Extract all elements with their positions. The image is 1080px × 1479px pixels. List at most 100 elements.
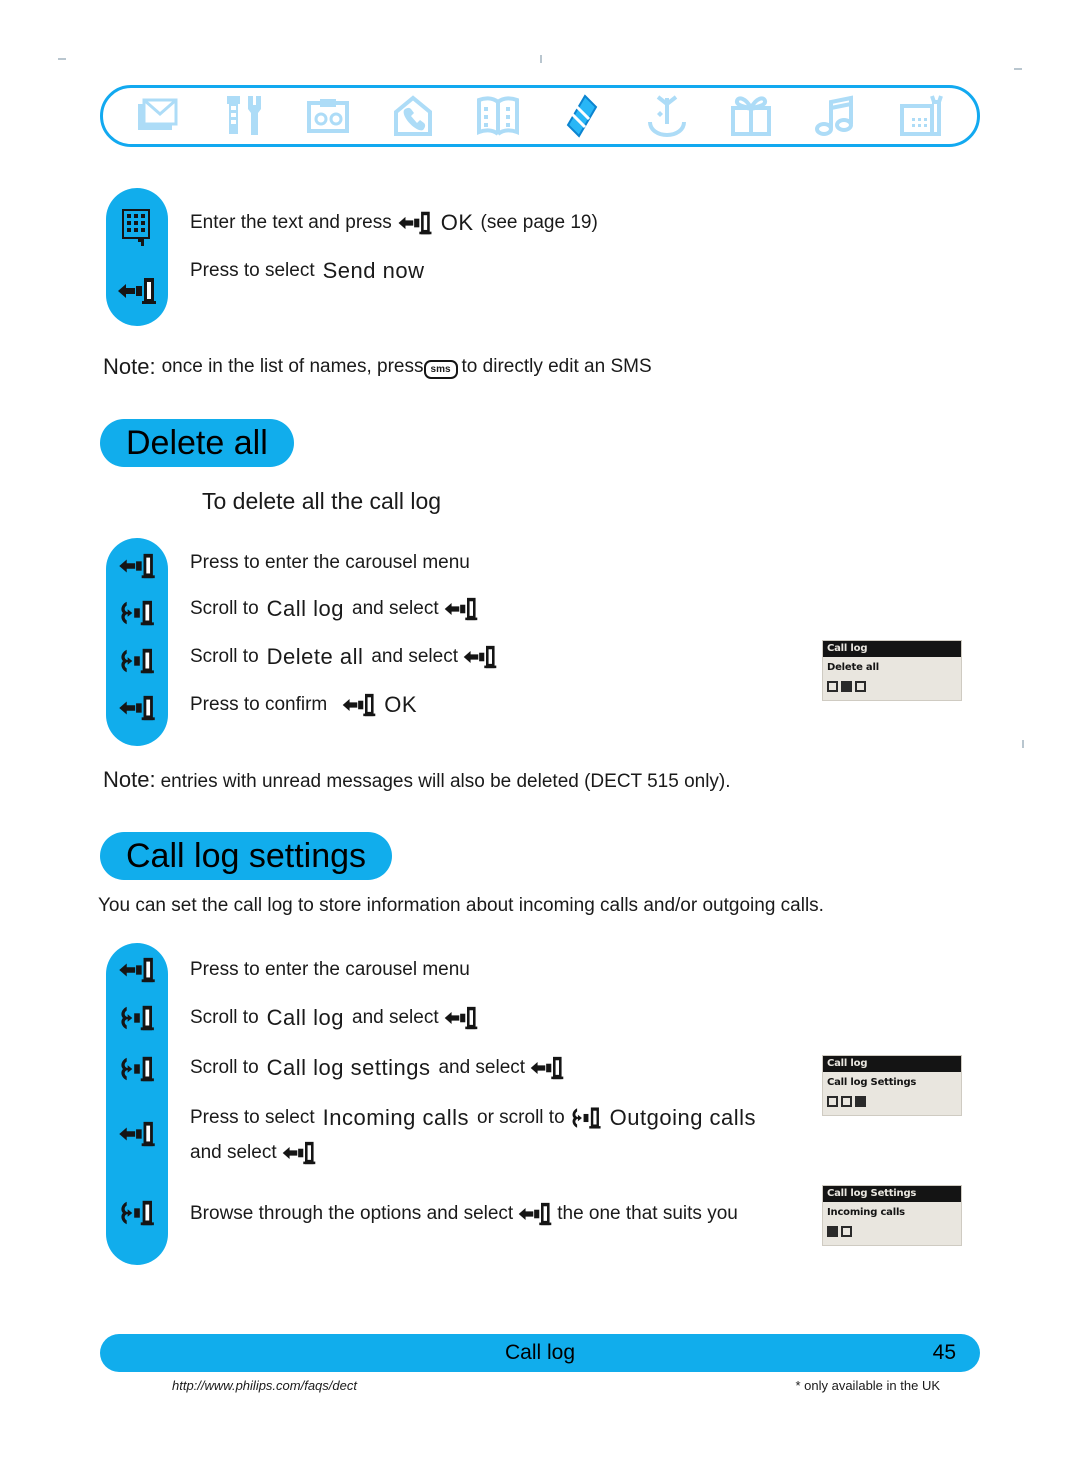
select-key-icon	[277, 1140, 321, 1166]
delete-all-note-prefix: Note:	[103, 767, 156, 792]
sms-step-2-term: Send now	[322, 258, 425, 283]
delete-all-heading-label: Delete all	[126, 423, 268, 462]
call-log-settings-intro-text: You can set the call log to store inform…	[98, 895, 824, 916]
select-key-icon	[106, 276, 168, 306]
lcd-icon-3	[855, 681, 866, 692]
sms-step-2-text: Press to select	[190, 260, 315, 281]
cls-step-4-term2: Outgoing calls	[609, 1105, 757, 1130]
scroll-key-icon	[106, 1003, 168, 1033]
lcd-icon-2	[841, 681, 852, 692]
carousel-menu-bar[interactable]	[100, 85, 980, 147]
delete-all-subheading: To delete all the call log	[202, 488, 441, 515]
cls-step-5-suffix: the one that suits you	[557, 1203, 738, 1224]
ok-key-icon	[327, 692, 381, 718]
call-log-settings-steps-block: Press to enter the carousel menu Scroll …	[106, 943, 866, 1265]
select-key-icon	[458, 644, 502, 670]
sms-step-1-suffix: (see page 19)	[480, 212, 598, 233]
sms-key-icon: sms	[423, 356, 458, 379]
base-station-icon[interactable]	[893, 92, 949, 140]
cls-step-4-line2-text: and select	[190, 1142, 277, 1163]
lcd-title: Call log	[823, 1056, 961, 1072]
cls-step-4-prefix: Press to select	[190, 1107, 315, 1128]
cls-step-3: Scroll to Call log settings and select	[190, 1055, 569, 1081]
crop-tick-top	[540, 55, 542, 63]
lcd-icon-1	[827, 681, 838, 692]
delete-all-subheading-label: To delete all the call log	[202, 488, 442, 514]
lcd-item: Incoming calls	[827, 1207, 905, 1218]
delete-all-steps-pill	[106, 538, 168, 746]
footer-bar: Call log 45	[100, 1334, 980, 1372]
cls-step-3-suffix: and select	[438, 1057, 526, 1078]
delete-all-heading: Delete all	[100, 419, 294, 467]
lcd-item: Call log Settings	[827, 1077, 917, 1088]
lcd-title: Call log Settings	[823, 1186, 961, 1202]
keypad-icon	[106, 208, 168, 248]
lcd-screenshot-delete-all: Call log Delete all	[822, 640, 962, 701]
call-log-settings-heading: Call log settings	[100, 832, 393, 880]
call-log-icon[interactable]	[554, 92, 610, 140]
delete-all-steps-block: Press to enter the carousel menu Scroll …	[106, 538, 826, 746]
lcd-title: Call log	[823, 641, 961, 657]
games-icon[interactable]	[723, 92, 779, 140]
footer-url-text: http://www.philips.com/faqs/dect	[172, 1378, 357, 1393]
answering-machine-icon[interactable]	[300, 92, 356, 140]
select-key-icon	[106, 1120, 168, 1148]
call-log-settings-steps-pill	[106, 943, 168, 1265]
cls-step-3-term: Call log settings	[266, 1055, 431, 1080]
cls-step-2-term: Call log	[266, 1005, 345, 1030]
lcd-softkey-icons	[823, 677, 961, 700]
select-key-icon	[513, 1201, 557, 1227]
delete-all-step-3-term: Delete all	[266, 644, 364, 669]
crop-tick-bottom-right	[1022, 740, 1024, 748]
sms-step-1-text: Enter the text and press	[190, 212, 392, 233]
delete-all-step-4-prefix: Press to confirm	[190, 694, 328, 715]
lcd-icon-3	[855, 1096, 866, 1107]
lcd-item: Delete all	[827, 662, 879, 673]
select-key-icon	[439, 1005, 483, 1031]
cls-step-1-text: Press to enter the carousel menu	[190, 959, 470, 980]
scroll-key-icon	[106, 598, 168, 628]
delete-all-step-1-text: Press to enter the carousel menu	[190, 552, 470, 573]
cls-step-1: Press to enter the carousel menu	[190, 959, 470, 981]
sms-steps-text: Enter the text and press OK (see page 19…	[190, 188, 826, 326]
delete-all-step-3-prefix: Scroll to	[190, 646, 259, 667]
sms-step-2: Press to select Send now	[190, 258, 427, 284]
crop-tick-right	[1014, 68, 1022, 70]
cls-step-5-prefix: Browse through the options and select	[190, 1203, 514, 1224]
scroll-key-icon	[106, 1198, 168, 1228]
page-number: 45	[932, 1341, 956, 1364]
delete-all-steps-text: Press to enter the carousel menu Scroll …	[190, 538, 826, 746]
lcd-icon-1	[827, 1096, 838, 1107]
cls-step-4-mid: or scroll to	[477, 1107, 565, 1128]
lcd-screenshot-call-log-settings: Call log Call log Settings	[822, 1055, 962, 1116]
lcd-softkey-icons	[823, 1092, 961, 1115]
delete-all-step-2-suffix: and select	[352, 598, 439, 619]
select-key-icon	[106, 956, 168, 984]
lcd-icon-1	[827, 1226, 838, 1237]
cls-step-2-suffix: and select	[352, 1007, 439, 1028]
delete-all-step-2: Scroll to Call log and select	[190, 596, 483, 622]
footer-url[interactable]: http://www.philips.com/faqs/dect	[172, 1378, 357, 1393]
home-phone-icon[interactable]	[385, 92, 441, 140]
cls-step-4-term: Incoming calls	[322, 1105, 469, 1130]
delete-all-step-3-suffix: and select	[371, 646, 458, 667]
phonebook-icon[interactable]	[470, 92, 526, 140]
select-key-icon	[439, 596, 483, 622]
delete-all-note-text: entries with unread messages will also b…	[160, 771, 731, 792]
lcd-icon-2	[841, 1096, 852, 1107]
footer-uk-note: * only available in the UK	[795, 1378, 940, 1393]
scroll-key-icon	[565, 1105, 607, 1131]
delete-all-step-4-term: OK	[384, 692, 418, 717]
envelope-icon[interactable]	[131, 92, 187, 140]
cls-step-2-prefix: Scroll to	[190, 1007, 259, 1028]
cls-step-2: Scroll to Call log and select	[190, 1005, 483, 1031]
alarm-icon[interactable]	[639, 92, 695, 140]
select-key-icon	[525, 1055, 569, 1081]
cls-step-4: Press to select Incoming calls or scroll…	[190, 1105, 759, 1131]
sms-note-suffix: to directly edit an SMS	[461, 356, 652, 377]
sms-note: Note: once in the list of names, press s…	[103, 354, 652, 380]
delete-all-step-2-term: Call log	[266, 596, 345, 621]
tools-icon[interactable]	[216, 92, 272, 140]
call-log-settings-heading-label: Call log settings	[126, 836, 367, 875]
melody-icon[interactable]	[808, 92, 864, 140]
